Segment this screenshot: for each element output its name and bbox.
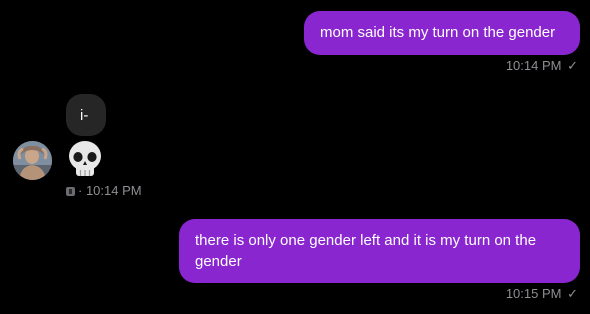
timestamp-text: 10:15 PM — [505, 286, 562, 301]
timestamp-text: 10:14 PM — [85, 183, 142, 198]
check-icon: ✓ — [567, 286, 578, 301]
outgoing-message-bubble[interactable]: mom said its my turn on the gender — [304, 11, 580, 55]
message-text: there is only one gender left and it is … — [195, 232, 537, 270]
avatar[interactable] — [13, 141, 52, 180]
message-info-icon — [66, 187, 75, 196]
timestamp-text: 10:14 PM — [505, 58, 562, 73]
check-icon: ✓ — [567, 58, 578, 73]
skull-icon — [69, 141, 101, 176]
message-timestamp: 10:15 PM ✓ — [506, 286, 578, 302]
avatar-image — [13, 141, 52, 180]
message-timestamp: 10:14 PM ✓ — [506, 58, 578, 74]
incoming-message-bubble[interactable]: i- — [66, 94, 106, 136]
separator-dot: · — [78, 183, 86, 198]
message-text: mom said its my turn on the gender — [320, 24, 556, 41]
message-timestamp: · 10:14 PM — [66, 183, 142, 199]
message-text: i- — [80, 107, 89, 124]
outgoing-message-bubble[interactable]: there is only one gender left and it is … — [179, 219, 580, 283]
skull-emoji[interactable] — [66, 140, 104, 180]
